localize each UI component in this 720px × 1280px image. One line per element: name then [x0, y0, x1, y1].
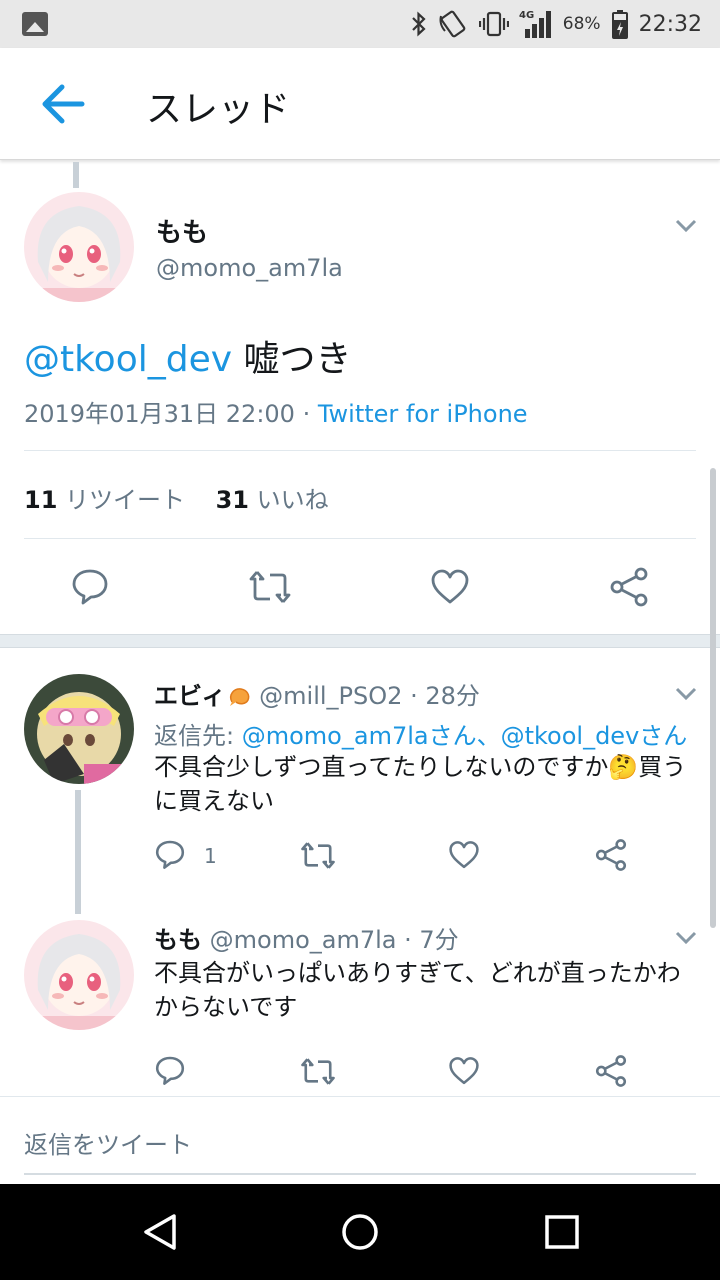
arrow-left-icon: [42, 84, 85, 124]
retweet-count: 11: [24, 486, 58, 514]
nfc-icon: [437, 10, 469, 38]
tweet-date: 2019年01月31日 22:00: [24, 400, 295, 428]
reply-author-handle: @momo_am7la: [209, 926, 397, 954]
reply-input-placeholder[interactable]: 返信をツイート: [24, 1125, 192, 1160]
avatar[interactable]: [24, 674, 134, 784]
share-icon[interactable]: [594, 838, 628, 872]
like-label: いいね: [256, 486, 329, 514]
nav-back-icon[interactable]: [140, 1212, 180, 1252]
reply-icon[interactable]: [154, 838, 186, 870]
signal-icon: 4G: [519, 9, 553, 39]
divider: [24, 450, 696, 451]
divider: [24, 538, 696, 539]
retweet-label: リツイート: [65, 486, 186, 514]
like-icon[interactable]: [448, 1056, 480, 1086]
reply-author-name: もも: [154, 926, 202, 954]
tweet-meta: 2019年01月31日 22:00 · Twitter for iPhone: [24, 394, 528, 429]
reply-author-handle: @mill_PSO2: [259, 682, 403, 710]
reply-icon[interactable]: [154, 1054, 186, 1086]
input-underline: [24, 1173, 696, 1175]
nav-recents-icon[interactable]: [542, 1212, 582, 1252]
retweet-stat[interactable]: 11 リツイート: [24, 486, 185, 514]
retweet-icon[interactable]: [300, 1056, 336, 1087]
battery-percent: 68%: [562, 14, 601, 34]
reply-to-mentions[interactable]: @momo_am7laさん、@tkool_devさん: [242, 722, 688, 750]
author-name: もも: [156, 218, 209, 248]
page-title: スレッド: [146, 89, 291, 130]
reply-icon[interactable]: [70, 566, 110, 606]
scrollbar[interactable]: [710, 468, 716, 928]
status-bar: 4G 68% 22:32: [0, 0, 720, 48]
bluetooth-icon: [411, 11, 427, 37]
battery-icon: [611, 9, 629, 39]
reply-text: 不具合がいっぱいありすぎて、どれが直ったかわからないです: [154, 959, 681, 1021]
tweet-stats: 11 リツイート 31 いいね: [24, 480, 329, 515]
tweet-body: 嘘つき: [232, 339, 352, 380]
meta-separator: ·: [294, 400, 318, 428]
reply-author-name: エビィ: [154, 682, 226, 710]
like-icon[interactable]: [448, 840, 480, 870]
retweet-icon[interactable]: [300, 840, 336, 871]
system-nav-bar: [0, 1184, 720, 1280]
reply-text: 不具合少しずつ直ってたりしないのですか🤔買うに買えない: [154, 753, 687, 815]
reply-time: · 28分: [410, 682, 480, 710]
section-separator: [0, 634, 720, 648]
retweet-icon[interactable]: [248, 568, 292, 606]
nav-home-icon[interactable]: [340, 1212, 380, 1252]
thread-connector-line: [75, 790, 81, 914]
reply-count: 1: [204, 844, 217, 868]
clock: 22:32: [638, 11, 702, 37]
tweet-text: @tkool_dev 嘘つき: [24, 330, 352, 382]
like-icon[interactable]: [430, 568, 470, 606]
avatar[interactable]: [24, 920, 134, 1030]
shrimp-emoji-icon: [226, 682, 252, 710]
reply-compose-bar[interactable]: 返信をツイート: [0, 1096, 720, 1184]
app-header: スレッド: [0, 48, 720, 160]
like-count: 31: [215, 486, 249, 514]
reply-time: · 7分: [404, 926, 459, 954]
avatar[interactable]: [24, 192, 134, 302]
tweet-source-link[interactable]: Twitter for iPhone: [318, 400, 528, 428]
vibrate-icon: [478, 11, 509, 37]
thread-connector-line: [73, 162, 79, 188]
share-icon[interactable]: [594, 1054, 628, 1088]
back-button[interactable]: [34, 78, 90, 130]
chevron-down-icon[interactable]: [674, 930, 698, 946]
chevron-down-icon[interactable]: [674, 686, 698, 702]
reply-to-label: 返信先:: [154, 722, 235, 750]
mention-link[interactable]: @tkool_dev: [24, 339, 232, 380]
chevron-down-icon[interactable]: [674, 218, 698, 234]
reply-to-line: 返信先: @momo_am7laさん、@tkool_devさん: [154, 716, 687, 751]
svg-text:4G: 4G: [519, 10, 534, 21]
reply-header: エビィ @mill_PSO2 · 28分: [154, 676, 480, 711]
share-icon[interactable]: [608, 566, 650, 608]
image-icon: [22, 12, 48, 36]
author-handle: @momo_am7la: [156, 254, 343, 282]
reply-header: もも @momo_am7la · 7分: [154, 920, 459, 955]
like-stat[interactable]: 31 いいね: [216, 486, 329, 514]
